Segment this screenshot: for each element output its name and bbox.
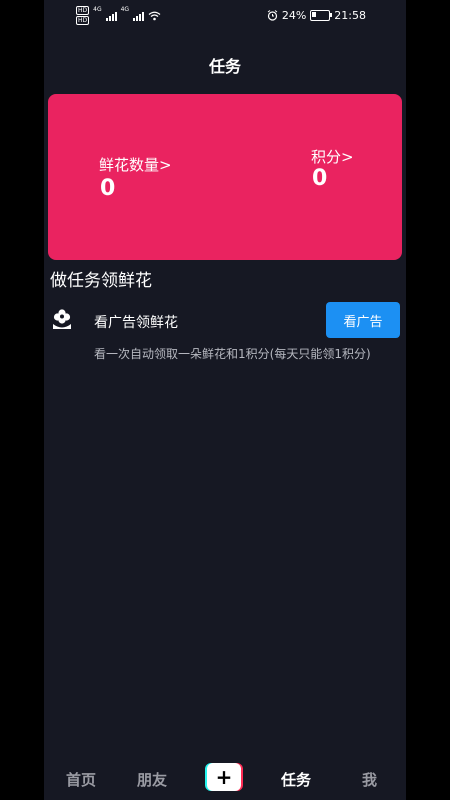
task-description: 看一次自动领取一朵鲜花和1积分(每天只能领1积分): [94, 347, 371, 361]
network-type: 4G: [93, 6, 102, 13]
hd-badge-2: HD: [76, 16, 90, 25]
flowers-count-link[interactable]: 鲜花数量>: [99, 154, 172, 175]
signal-icon: [105, 11, 117, 21]
signal-icon-2: [133, 11, 145, 21]
status-left: HD HD 4G 4G: [76, 6, 161, 25]
add-button[interactable]: +: [205, 763, 243, 791]
nav-home[interactable]: 首页: [66, 769, 96, 790]
alarm-icon: [267, 10, 278, 21]
hd-badge: HD: [76, 6, 90, 15]
stats-card: 鲜花数量> 0 积分> 0: [48, 94, 402, 260]
status-bar: HD HD 4G 4G 24% 21:58: [44, 0, 406, 32]
battery-percent: 24%: [281, 9, 307, 22]
battery-icon: [310, 10, 333, 21]
points-link[interactable]: 积分>: [311, 146, 354, 167]
nav-friends[interactable]: 朋友: [137, 769, 167, 790]
hd-badges: HD HD: [76, 6, 90, 25]
nav-me[interactable]: 我: [362, 769, 377, 790]
network-type-2: 4G: [120, 6, 130, 13]
app-screen: HD HD 4G 4G 24% 21:58 任务 鲜花数量> 0 积分> 0 做…: [44, 0, 406, 800]
bottom-nav: 首页 朋友 + 任务 我: [44, 754, 406, 800]
wifi-icon: [148, 11, 161, 20]
plus-icon: +: [207, 763, 241, 791]
status-right: 24% 21:58: [267, 9, 366, 22]
battery-fill: [312, 12, 317, 17]
page-title: 任务: [208, 57, 241, 76]
nav-tasks[interactable]: 任务: [281, 769, 311, 790]
clock: 21:58: [334, 9, 366, 22]
points-value: 0: [312, 166, 328, 191]
flower-icon: [53, 309, 71, 329]
task-label: 看广告领鲜花: [94, 315, 178, 331]
section-title: 做任务领鲜花: [50, 271, 152, 291]
flowers-count-value: 0: [100, 176, 116, 201]
watch-ad-button[interactable]: 看广告: [326, 302, 400, 338]
